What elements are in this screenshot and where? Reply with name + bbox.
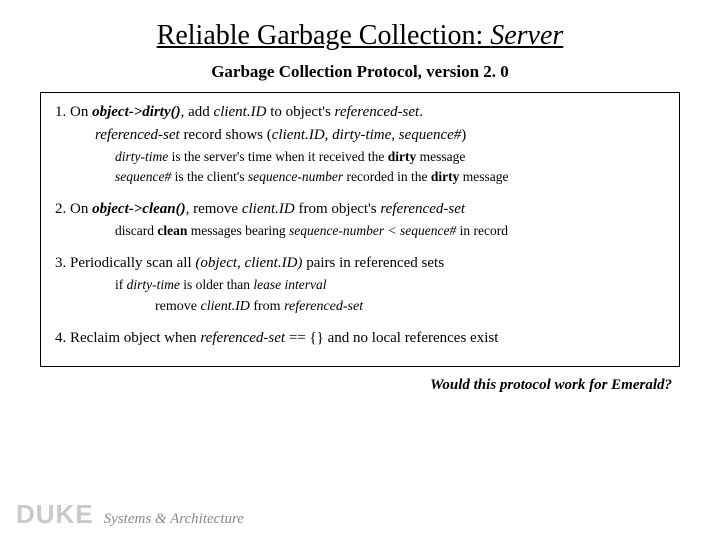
step1-mid1: , add	[181, 104, 214, 120]
s3n1-d: lease interval	[253, 277, 326, 292]
step1-mid2: to object's	[266, 104, 334, 120]
step4-lead: 4. Reclaim object when	[55, 330, 200, 346]
protocol-step-1-line2: referenced-set record shows (client.ID, …	[95, 126, 665, 145]
protocol-step-4: 4. Reclaim object when referenced-set ==…	[55, 329, 665, 348]
duke-logo: DUKE	[16, 499, 94, 530]
s2n-e: in record	[456, 223, 508, 238]
protocol-step-2: 2. On object->clean(), remove client.ID …	[55, 200, 665, 219]
s2n-d: sequence-number < sequence#	[289, 223, 456, 238]
footer: DUKE Systems & Architecture	[16, 499, 244, 530]
slide-title: Reliable Garbage Collection: Server	[40, 20, 680, 52]
protocol-step-1-note1: dirty-time is the server's time when it …	[115, 149, 665, 166]
s3n2-a: remove	[155, 299, 200, 314]
protocol-step-3-note2: remove client.ID from referenced-set	[155, 298, 665, 316]
title-prefix: Reliable Garbage Collection:	[157, 20, 491, 51]
s1n2-c: sequence-number	[248, 169, 343, 184]
s1n2-b: is the client's	[171, 169, 248, 184]
s2n-b: clean	[157, 223, 187, 238]
slide: Reliable Garbage Collection: Server Garb…	[0, 0, 720, 540]
step3-tuple: (object, client.ID)	[195, 255, 302, 271]
s1n1-d: message	[416, 149, 465, 164]
step1-lead: 1. On	[55, 104, 92, 120]
step3-tail: pairs in referenced sets	[302, 255, 444, 271]
step1-l2-c: client.ID, dirty-time, sequence#	[272, 127, 462, 143]
footer-architecture: Architecture	[170, 511, 244, 527]
s1n2-d: recorded in the	[343, 169, 431, 184]
step4-cond: referenced-set	[200, 330, 285, 346]
step2-call: object->clean()	[92, 201, 186, 217]
step1-dot: .	[419, 104, 423, 120]
step1-l2-b: record shows (	[180, 127, 272, 143]
s1n2-e: dirty	[431, 169, 460, 184]
s3n1-c: is older than	[180, 277, 254, 292]
step1-clientid: client.ID	[214, 104, 267, 120]
step1-l2-d: )	[461, 127, 466, 143]
step2-mid2: from object's	[295, 201, 381, 217]
step1-call: object->dirty()	[92, 104, 181, 120]
slide-subtitle: Garbage Collection Protocol, version 2. …	[40, 62, 680, 82]
s3n2-b: client.ID	[200, 299, 249, 314]
s1n2-a: sequence#	[115, 169, 171, 184]
step4-eq: == {} and no local references exist	[285, 330, 498, 346]
step2-clientid: client.ID	[242, 201, 295, 217]
step1-refset: referenced-set	[335, 104, 420, 120]
s3n2-d: referenced-set	[284, 299, 363, 314]
footer-text: Systems & Architecture	[104, 511, 244, 528]
protocol-step-2-note: discard clean messages bearing sequence-…	[115, 223, 665, 240]
step2-lead: 2. On	[55, 201, 92, 217]
closing-question: Would this protocol work for Emerald?	[40, 377, 680, 394]
protocol-step-1: 1. On object->dirty(), add client.ID to …	[55, 103, 665, 122]
protocol-step-3-note1: if dirty-time is older than lease interv…	[115, 277, 665, 294]
s3n2-c: from	[250, 299, 284, 314]
s2n-c: messages bearing	[187, 223, 289, 238]
step3-lead: 3. Periodically scan all	[55, 255, 195, 271]
s1n1-a: dirty-time	[115, 149, 168, 164]
s2n-a: discard	[115, 223, 157, 238]
s3n1-b: dirty-time	[127, 277, 180, 292]
protocol-step-3: 3. Periodically scan all (object, client…	[55, 254, 665, 273]
title-emph: Server	[490, 20, 563, 51]
s1n2-f: message	[459, 169, 508, 184]
s3n1-a: if	[115, 277, 127, 292]
protocol-step-1-note2: sequence# is the client's sequence-numbe…	[115, 169, 665, 186]
footer-amp: &	[155, 511, 167, 527]
step2-mid1: , remove	[186, 201, 242, 217]
footer-systems: Systems	[104, 511, 152, 527]
s1n1-b: is the server's time when it received th…	[168, 149, 387, 164]
s1n1-c: dirty	[388, 149, 417, 164]
protocol-box: 1. On object->dirty(), add client.ID to …	[40, 92, 680, 367]
step1-l2-a: referenced-set	[95, 127, 180, 143]
step2-refset: referenced-set	[380, 201, 465, 217]
